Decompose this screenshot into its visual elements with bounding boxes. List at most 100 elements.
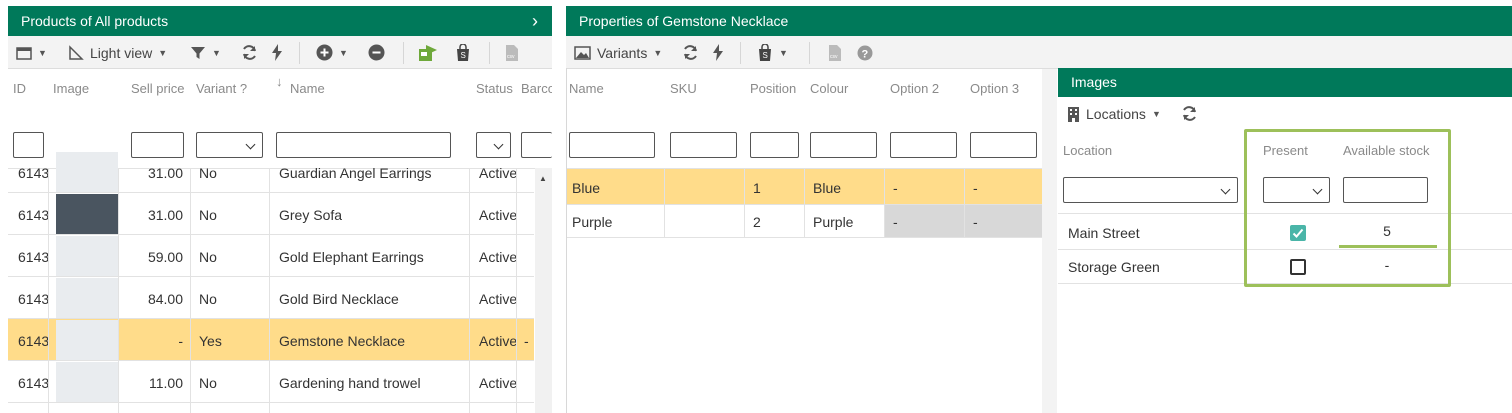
image-icon [574, 45, 591, 60]
refresh-button[interactable] [241, 36, 258, 69]
position-filter-input[interactable] [750, 132, 799, 158]
variants-label: Variants [597, 44, 648, 61]
product-thumbnail [56, 194, 118, 234]
option-3-filter-input[interactable] [970, 132, 1037, 158]
barcode-filter-input[interactable] [521, 132, 552, 158]
shopify-button[interactable]: S [455, 36, 471, 69]
refresh-icon [243, 45, 256, 60]
csv-button[interactable]: csv [828, 36, 842, 69]
product-thumbnail [56, 278, 118, 318]
chevron-right-icon[interactable]: › [532, 6, 538, 36]
sku-filter-input[interactable] [670, 132, 737, 158]
status-cell: Active [479, 375, 516, 391]
column-header-status[interactable]: Status [476, 81, 513, 96]
properties-panel-header: Properties of Gemstone Necklace [566, 6, 1512, 36]
scroll-up-icon[interactable]: ▲ [539, 174, 547, 183]
vertical-scrollbar[interactable]: ▲ [535, 168, 552, 413]
id-cell: 6143 [18, 291, 48, 307]
name-cell: Guardian Angel Earrings [279, 165, 432, 181]
status-cell: Active [479, 165, 516, 181]
product-thumbnail [56, 152, 118, 192]
sell-price-filter-input[interactable] [131, 132, 184, 158]
column-header-position[interactable]: Position [750, 81, 796, 96]
option-3-cell: - [973, 214, 978, 230]
filter-icon [191, 46, 205, 59]
caret-down-icon: ▼ [779, 47, 788, 58]
remove-button[interactable] [368, 36, 385, 69]
add-button[interactable]: ▼ [316, 36, 348, 69]
lightning-button[interactable] [712, 36, 724, 69]
minus-circle-icon [368, 44, 385, 61]
column-header-location[interactable]: Location [1063, 143, 1112, 158]
layout-menu-button[interactable]: ▼ [16, 36, 47, 69]
sell-price-cell: 59.00 [147, 249, 183, 265]
option-2-cell: - [893, 180, 898, 196]
status-cell: Active [479, 249, 516, 265]
light-view-button[interactable]: Light view ▼ [68, 36, 167, 69]
images-panel-title: Images [1071, 74, 1117, 90]
variant-name-cell: Purple [572, 214, 613, 230]
column-header-sku[interactable]: SKU [670, 81, 697, 96]
refresh-button[interactable] [682, 36, 699, 69]
csv-file-icon: csv [506, 44, 518, 61]
column-header-variant[interactable]: Variant ? [196, 81, 247, 96]
filter-button[interactable]: ▼ [190, 36, 221, 69]
shopify-bag-icon: S [457, 43, 469, 61]
csv-button[interactable]: csv [505, 36, 519, 69]
column-header-name[interactable]: Name [290, 81, 325, 96]
shopify-button[interactable]: S ▼ [757, 36, 788, 69]
variant-cell: No [199, 291, 217, 307]
column-header-name[interactable]: Name [569, 81, 604, 96]
colour-filter-input[interactable] [810, 132, 877, 158]
sort-down-icon[interactable]: ↓ [276, 74, 283, 89]
images-panel-header: Images [1058, 68, 1512, 97]
products-panel-header: Products of All products › [8, 6, 552, 36]
sync-button[interactable] [416, 36, 438, 69]
column-header-colour[interactable]: Colour [810, 81, 848, 96]
locations-button[interactable]: Locations ▼ [1067, 97, 1161, 130]
variant-filter-select[interactable] [196, 132, 263, 158]
variants-button[interactable]: Variants ▼ [574, 36, 662, 69]
name-cell: Grey Sofa [279, 207, 343, 223]
name-filter-input[interactable] [276, 132, 451, 158]
images-toolbar: Locations ▼ [1058, 97, 1512, 131]
variant-name-filter-input[interactable] [569, 132, 655, 158]
column-header-option-3[interactable]: Option 3 [970, 81, 1019, 96]
column-header-barcode[interactable]: Barco [521, 81, 552, 96]
lightning-button[interactable] [271, 36, 283, 69]
column-header-option-2[interactable]: Option 2 [890, 81, 939, 96]
option-2-filter-input[interactable] [890, 132, 957, 158]
help-button[interactable]: ? [857, 36, 873, 69]
colour-cell: Purple [813, 214, 854, 230]
building-icon [1068, 106, 1079, 122]
variant-cell: Yes [199, 333, 222, 349]
sell-price-cell: 84.00 [147, 291, 183, 307]
svg-text:csv: csv [507, 54, 515, 60]
product-thumbnail [56, 320, 118, 360]
products-panel-title: Products of All products [21, 13, 169, 29]
status-cell: Active [479, 207, 516, 223]
barcode-cell: - [524, 333, 529, 349]
variant-name-cell: Blue [572, 180, 601, 196]
shopify-bag-icon: S [759, 43, 771, 61]
status-filter-select[interactable] [476, 132, 511, 158]
lightning-icon [713, 44, 723, 61]
column-header-sell-price[interactable]: Sell price [131, 81, 184, 96]
id-cell: 6143 [18, 333, 48, 349]
svg-text:S: S [763, 51, 768, 60]
location-cell: Storage Green [1068, 259, 1160, 275]
location-filter-select[interactable] [1063, 177, 1238, 203]
help-icon: ? [857, 45, 873, 60]
lightning-icon [272, 44, 282, 61]
refresh-button[interactable] [1181, 97, 1198, 130]
window-icon [16, 46, 32, 60]
column-header-image[interactable]: Image [53, 81, 89, 96]
present-stock-highlight [1244, 129, 1451, 287]
id-filter-input[interactable] [13, 132, 44, 158]
properties-toolbar: Variants ▼ S ▼ csv ? [566, 36, 1512, 69]
id-cell: 6143 [18, 165, 48, 181]
refresh-icon [684, 45, 697, 60]
variant-cell: No [199, 375, 217, 391]
id-cell: 6143 [18, 207, 48, 223]
column-header-id[interactable]: ID [13, 81, 26, 96]
